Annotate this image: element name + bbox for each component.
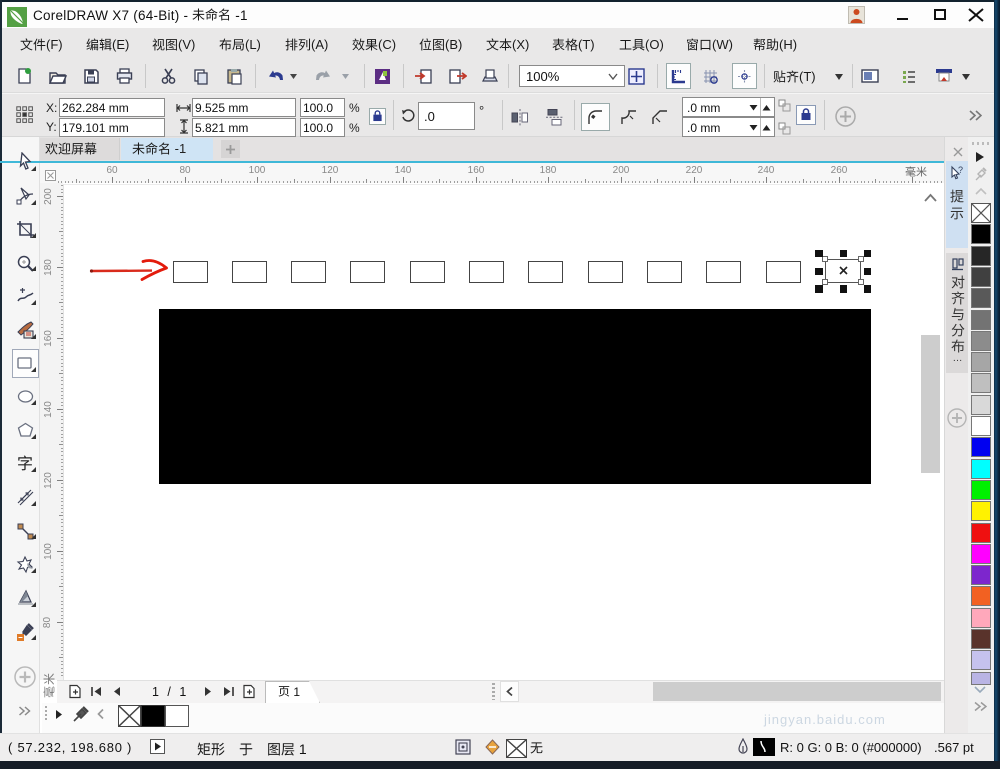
svg-text:?: ?: [958, 165, 963, 175]
